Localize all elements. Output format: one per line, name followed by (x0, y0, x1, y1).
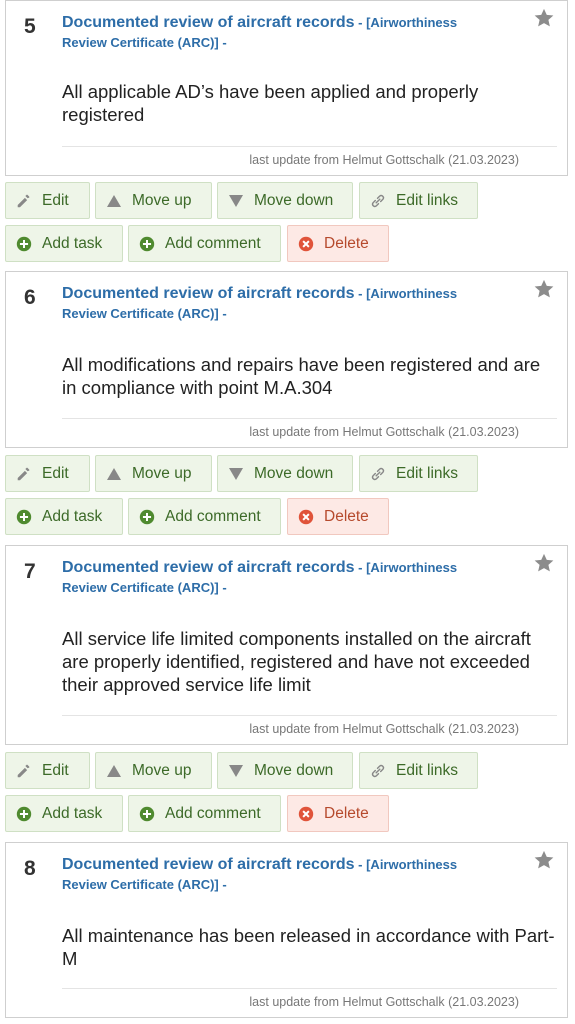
item-title[interactable]: Documented review of aircraft records - … (62, 284, 497, 324)
edit-label: Edit (42, 191, 69, 209)
item-title[interactable]: Documented review of aircraft records - … (62, 13, 497, 53)
add-task-button[interactable]: Add task (5, 498, 123, 535)
pencil-icon (14, 464, 34, 484)
checklist-item-card: 6 Documented review of aircraft records … (5, 271, 568, 448)
edit-button[interactable]: Edit (5, 752, 90, 789)
item-text: All maintenance has been released in acc… (62, 925, 555, 969)
edit-label: Edit (42, 761, 69, 779)
add-task-label: Add task (42, 507, 103, 525)
link-icon (368, 761, 388, 781)
move-up-label: Move up (132, 191, 192, 209)
item-text: All modifications and repairs have been … (62, 354, 541, 398)
last-update: last update from Helmut Gottschalk (21.0… (62, 715, 557, 744)
delete-button[interactable]: Delete (287, 795, 389, 832)
move-down-button[interactable]: Move down (217, 752, 353, 789)
add-comment-label: Add comment (165, 234, 261, 252)
triangle-up-icon (104, 191, 124, 211)
last-update: last update from Helmut Gottschalk (21.0… (62, 146, 557, 175)
edit-label: Edit (42, 464, 69, 482)
item-number: 8 (24, 857, 36, 880)
star-icon[interactable] (533, 849, 555, 871)
edit-button[interactable]: Edit (5, 182, 90, 219)
checklist-item-card: 7 Documented review of aircraft records … (5, 545, 568, 745)
link-icon (368, 464, 388, 484)
add-task-label: Add task (42, 234, 103, 252)
plus-circle-icon (14, 804, 34, 824)
add-task-button[interactable]: Add task (5, 795, 123, 832)
move-down-label: Move down (254, 191, 334, 209)
star-icon[interactable] (533, 552, 555, 574)
plus-circle-icon (14, 234, 34, 254)
item-number: 7 (24, 560, 36, 583)
add-comment-button[interactable]: Add comment (128, 498, 281, 535)
x-circle-icon (296, 804, 316, 824)
checklist-item-card: 8 Documented review of aircraft records … (5, 842, 568, 1018)
plus-circle-icon (137, 507, 157, 527)
move-up-button[interactable]: Move up (95, 752, 212, 789)
move-up-button[interactable]: Move up (95, 455, 212, 492)
move-up-label: Move up (132, 464, 192, 482)
pencil-icon (14, 761, 34, 781)
last-update: last update from Helmut Gottschalk (21.0… (62, 418, 557, 447)
add-comment-label: Add comment (165, 507, 261, 525)
item-title-text[interactable]: Documented review of aircraft records (62, 14, 355, 31)
plus-circle-icon (137, 234, 157, 254)
delete-label: Delete (324, 507, 369, 525)
delete-button[interactable]: Delete (287, 498, 389, 535)
add-comment-label: Add comment (165, 804, 261, 822)
move-down-label: Move down (254, 464, 334, 482)
triangle-down-icon (226, 761, 246, 781)
item-number: 6 (24, 286, 36, 309)
item-title[interactable]: Documented review of aircraft records - … (62, 558, 497, 598)
move-up-label: Move up (132, 761, 192, 779)
plus-circle-icon (14, 507, 34, 527)
item-title-text[interactable]: Documented review of aircraft records (62, 285, 355, 302)
item-text: All service life limited components inst… (62, 628, 531, 695)
edit-links-button[interactable]: Edit links (359, 182, 478, 219)
star-icon[interactable] (533, 7, 555, 29)
item-number: 5 (24, 15, 36, 38)
edit-links-label: Edit links (396, 191, 459, 209)
x-circle-icon (296, 234, 316, 254)
item-title[interactable]: Documented review of aircraft records - … (62, 855, 497, 895)
edit-links-label: Edit links (396, 761, 459, 779)
edit-links-label: Edit links (396, 464, 459, 482)
triangle-down-icon (226, 464, 246, 484)
plus-circle-icon (137, 804, 157, 824)
last-update: last update from Helmut Gottschalk (21.0… (62, 988, 557, 1017)
move-up-button[interactable]: Move up (95, 182, 212, 219)
add-task-button[interactable]: Add task (5, 225, 123, 262)
delete-label: Delete (324, 804, 369, 822)
triangle-up-icon (104, 464, 124, 484)
x-circle-icon (296, 507, 316, 527)
move-down-button[interactable]: Move down (217, 182, 353, 219)
link-icon (368, 191, 388, 211)
add-task-label: Add task (42, 804, 103, 822)
edit-button[interactable]: Edit (5, 455, 90, 492)
item-title-text[interactable]: Documented review of aircraft records (62, 559, 355, 576)
add-comment-button[interactable]: Add comment (128, 795, 281, 832)
move-down-button[interactable]: Move down (217, 455, 353, 492)
checklist-item-card: 5 Documented review of aircraft records … (5, 0, 568, 176)
pencil-icon (14, 191, 34, 211)
delete-button[interactable]: Delete (287, 225, 389, 262)
delete-label: Delete (324, 234, 369, 252)
move-down-label: Move down (254, 761, 334, 779)
item-title-text[interactable]: Documented review of aircraft records (62, 856, 355, 873)
item-text: All applicable AD’s have been applied an… (62, 81, 479, 125)
edit-links-button[interactable]: Edit links (359, 455, 478, 492)
add-comment-button[interactable]: Add comment (128, 225, 281, 262)
edit-links-button[interactable]: Edit links (359, 752, 478, 789)
triangle-up-icon (104, 761, 124, 781)
triangle-down-icon (226, 191, 246, 211)
star-icon[interactable] (533, 278, 555, 300)
